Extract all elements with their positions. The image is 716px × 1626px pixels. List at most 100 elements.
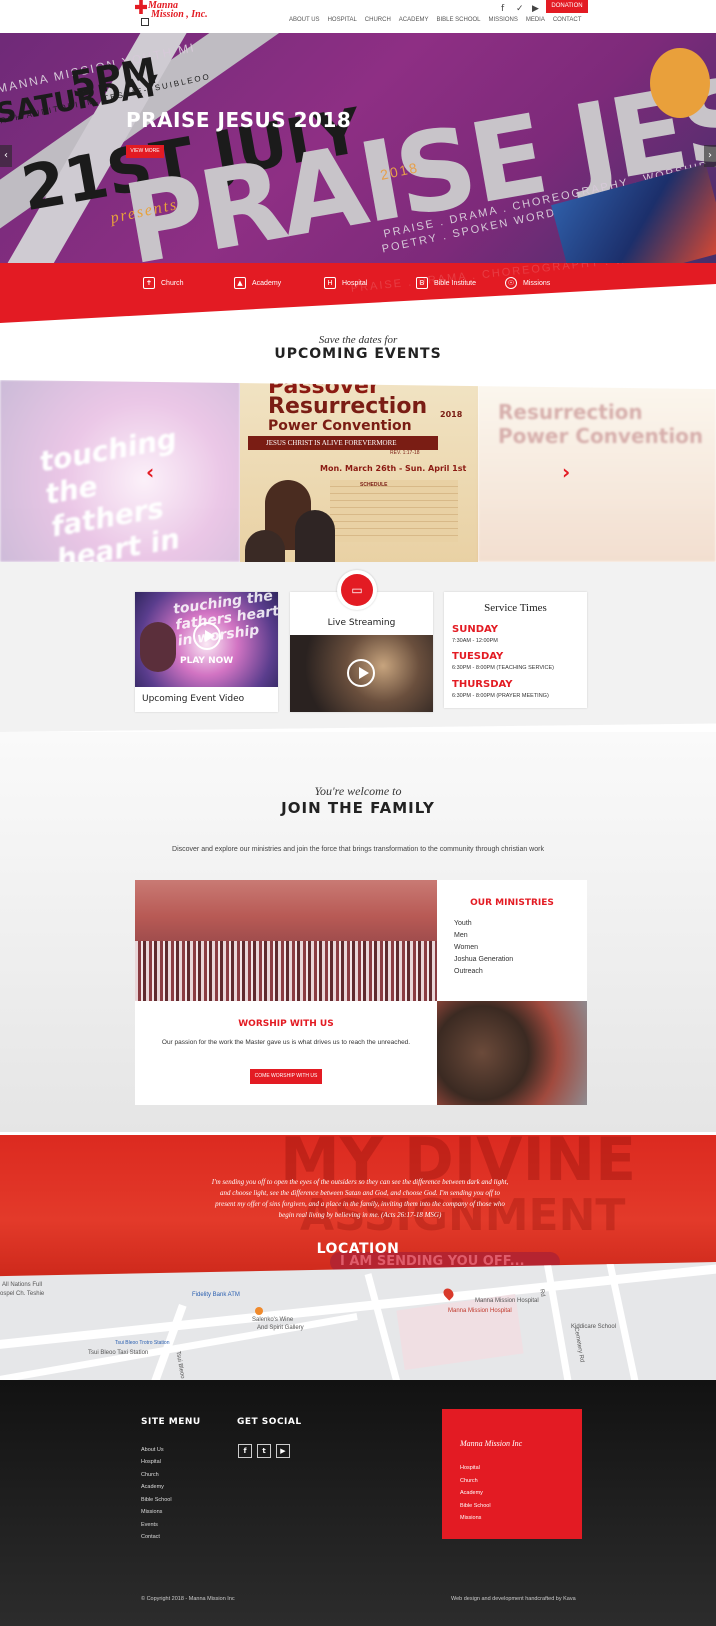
quicklink-missions[interactable]: ☉ Missions (505, 277, 550, 289)
book-icon: B (416, 277, 428, 289)
footer-link[interactable]: About Us (141, 1447, 164, 1453)
ministry-link[interactable]: Men (454, 932, 468, 939)
live-thumbnail[interactable] (290, 635, 433, 712)
map-label: Cemetery Rd (572, 1327, 585, 1363)
footer-link[interactable]: Academy (141, 1484, 164, 1490)
event-poster-left[interactable]: touching the fathers heart in worship (0, 380, 240, 562)
hero-next-arrow[interactable]: › (704, 145, 716, 167)
hero-slider: MANNA MISSION YOUTH MI URCH AUDITORIUM, … (0, 33, 716, 263)
service-day: THURSDAY (452, 679, 513, 690)
nav-academy[interactable]: ACADEMY (395, 17, 433, 23)
footer-link[interactable]: Missions (141, 1509, 162, 1515)
camera-badge: ▭ (337, 570, 377, 610)
footer-link[interactable]: Church (141, 1472, 159, 1478)
quicklink-label: Bible Institute (434, 279, 477, 287)
ministry-link[interactable]: Women (454, 944, 478, 951)
view-more-button[interactable]: VIEW MORE (126, 145, 164, 158)
nav-missions[interactable]: MISSIONS (484, 17, 521, 23)
poster-dates: Mon. March 26th - Sun. April 1st (320, 464, 467, 473)
footer-box-link[interactable]: Missions (460, 1515, 481, 1521)
ministry-link[interactable]: Youth (454, 920, 472, 927)
missions-icon: ☉ (505, 277, 517, 289)
ministry-link[interactable]: Joshua Generation (454, 956, 513, 963)
schedule-heading: SCHEDULE (360, 482, 388, 488)
event-poster-right[interactable]: Resurrection Power Convention (478, 380, 716, 562)
nav-church[interactable]: CHURCH (361, 17, 395, 23)
map-label: Fidelity Bank ATM (192, 1292, 240, 1298)
nav-hospital[interactable]: HOSPITAL (324, 17, 361, 23)
graduation-cap-icon: ▲ (234, 277, 246, 289)
event-video-card[interactable]: touching the fathers heart in worship PL… (135, 592, 278, 712)
poster-year: 2018 (440, 410, 463, 419)
footer-box-link[interactable]: Church (460, 1478, 478, 1484)
quicklink-bible-institute[interactable]: B Bible Institute (416, 277, 476, 289)
live-streaming-card[interactable]: ▭ Live Streaming (290, 570, 433, 712)
thumbnail-text: touching the fathers heart in worship (172, 592, 278, 650)
page: Manna Mission , Inc. f ✓ ▶ DONATION ABOU… (0, 0, 716, 1626)
nav-contact[interactable]: CONTACT (549, 17, 586, 23)
quicklink-academy[interactable]: ▲ Academy (234, 277, 281, 289)
video-thumbnail[interactable]: touching the fathers heart in worship PL… (135, 592, 278, 687)
logo[interactable]: Manna Mission , Inc. (133, 0, 213, 28)
service-day: SUNDAY (452, 624, 499, 635)
youtube-icon[interactable]: ▶ (276, 1444, 290, 1458)
brand-title: Manna Mission Inc (460, 1439, 523, 1448)
events-script: Save the dates for (318, 334, 398, 346)
quicklink-label: Missions (523, 279, 551, 287)
map-pin-icon[interactable] (255, 1307, 263, 1315)
event-poster-center[interactable]: Passover Resurrection Power Convention 2… (240, 380, 478, 562)
events-next-arrow[interactable]: › (562, 460, 570, 484)
footer-box-link[interactable]: Hospital (460, 1465, 480, 1471)
worship-description: Our passion for the work the Master gave… (161, 1039, 411, 1046)
hero-prev-arrow[interactable]: ‹ (0, 145, 12, 167)
location-title: LOCATION (316, 1241, 400, 1257)
service-day: TUESDAY (452, 651, 504, 662)
site-menu-title: SITE MENU (141, 1417, 201, 1427)
credit[interactable]: Web design and development handcrafted b… (451, 1596, 576, 1602)
footer-link[interactable]: Events (141, 1522, 158, 1528)
poster-line-3: Power Convention (268, 418, 412, 434)
video-caption: Upcoming Event Video (142, 694, 245, 704)
quicklink-hospital[interactable]: H Hospital (324, 277, 367, 289)
video-camera-icon: ▭ (341, 574, 373, 606)
ministries-box: OUR MINISTRIES Youth Men Women Joshua Ge… (437, 880, 587, 1001)
footer-box-link[interactable]: Bible School (460, 1503, 491, 1509)
poster-title: Resurrection Power Convention (498, 400, 704, 448)
top-header: Manna Mission , Inc. f ✓ ▶ DONATION ABOU… (0, 0, 716, 33)
join-script: You're welcome to (314, 784, 402, 798)
twitter-icon[interactable]: ✓ (516, 4, 524, 14)
twitter-icon[interactable]: t (257, 1444, 271, 1458)
donation-button[interactable]: DONATION (546, 0, 588, 13)
speaker-photo (245, 530, 285, 562)
map-label: And Spirit Gallery (257, 1325, 304, 1331)
map-label: Tsui Bleoo Trotro Station (115, 1340, 170, 1346)
cross-icon: ✝ (143, 277, 155, 289)
quicklink-church[interactable]: ✝ Church (143, 277, 184, 289)
nav-bible-school[interactable]: BIBLE SCHOOL (432, 17, 484, 23)
facebook-icon[interactable]: f (501, 4, 504, 14)
singer-photo (140, 622, 176, 672)
quicklink-label: Church (161, 279, 184, 287)
nav-about-us[interactable]: ABOUT US (285, 17, 324, 23)
calendar-icon (141, 18, 149, 26)
location-map[interactable]: All Nations Full ospel Ch. Teshie Fideli… (0, 1262, 716, 1380)
play-icon[interactable] (193, 622, 221, 650)
events-prev-arrow[interactable]: ‹ (146, 460, 154, 484)
youtube-icon[interactable]: ▶ (532, 4, 539, 14)
map-label: Tsui Bleoo (174, 1350, 186, 1380)
play-icon[interactable] (347, 659, 375, 687)
nav-media[interactable]: MEDIA (522, 17, 549, 23)
footer-link[interactable]: Hospital (141, 1459, 161, 1465)
come-worship-button[interactable]: COME WORSHIP WITH US (250, 1069, 322, 1084)
service-time: 7:30AM - 12:00PM (452, 638, 498, 644)
footer-link[interactable]: Bible School (141, 1497, 172, 1503)
map-area (396, 1293, 524, 1371)
footer-box-link[interactable]: Academy (460, 1490, 483, 1496)
ministry-link[interactable]: Outreach (454, 968, 483, 975)
service-title: Service Times (484, 602, 547, 614)
copyright: © Copyright 2018 - Manna Mission Inc (141, 1596, 235, 1602)
map-label: Rd (538, 1288, 546, 1298)
map-road (364, 1273, 403, 1380)
footer-link[interactable]: Contact (141, 1534, 160, 1540)
facebook-icon[interactable]: f (238, 1444, 252, 1458)
